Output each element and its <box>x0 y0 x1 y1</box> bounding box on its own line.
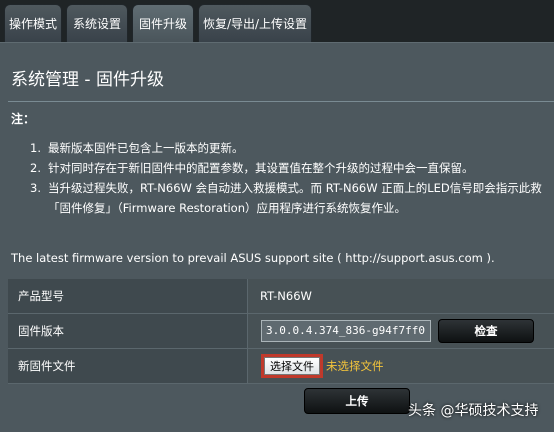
note-number: 2. <box>30 161 41 175</box>
note-item: 1. 最新版本固件已包含上一版本的更新。 <box>30 140 244 156</box>
tab-label: 系统设置 <box>72 17 121 31</box>
note-text: 「固件修复」（Firmware Restoration）应用程序进行系统恢复作业… <box>48 201 406 215</box>
choose-file-highlight: 选择文件 <box>261 354 323 378</box>
firmware-panel: 系统管理 - 固件升级 注： 1. 最新版本固件已包含上一版本的更新。 2. 针对同… <box>0 42 554 432</box>
note-item: 3. 当升级过程失败，RT-N66W 会自动进入救援模式。而 RT-N66W 正面… <box>30 180 542 196</box>
note-number: 3. <box>30 181 41 195</box>
page-title: 系统管理 - 固件升级 <box>11 70 164 90</box>
firmware-version-field: 3.0.0.4.374_836-g94f7ff0 <box>261 320 431 342</box>
latest-firmware-info: The latest firmware version to prevail A… <box>11 251 495 265</box>
tab-firmware-upgrade[interactable]: 固件升级 <box>132 4 194 42</box>
note-text: 当升级过程失败，RT-N66W 会自动进入救援模式。而 RT-N66W 正面上的… <box>48 181 542 195</box>
note-number: 1. <box>30 141 41 155</box>
table-row-new-firmware: 新固件文件 选择文件 未选择文件 <box>8 349 554 384</box>
tab-restore-save-upload[interactable]: 恢复/导出/上传设置 <box>198 4 312 42</box>
title-divider <box>8 101 554 102</box>
note-text: 最新版本固件已包含上一版本的更新。 <box>48 141 244 155</box>
tab-label: 操作模式 <box>8 17 57 31</box>
upload-button[interactable]: 上传 <box>304 388 410 414</box>
watermark: 头条 @华硕技术支持 <box>408 403 539 419</box>
tab-system-settings[interactable]: 系统设置 <box>66 4 128 42</box>
note-item: 2. 针对同时存在于新旧固件中的配置参数，其设置值在整个升级的过程中会一直保留。 <box>30 160 474 176</box>
choose-file-button[interactable]: 选择文件 <box>264 357 320 375</box>
new-firmware-label: 新固件文件 <box>8 349 248 383</box>
tab-bar: 操作模式 系统设置 固件升级 恢复/导出/上传设置 <box>0 0 554 42</box>
tab-label: 恢复/导出/上传设置 <box>202 17 308 31</box>
tab-operation-mode[interactable]: 操作模式 <box>4 4 62 42</box>
note-item: 「固件修复」（Firmware Restoration）应用程序进行系统恢复作业… <box>30 200 406 216</box>
model-label: 产品型号 <box>8 279 248 313</box>
table-row-version: 固件版本 3.0.0.4.374_836-g94f7ff0 检查 <box>8 314 554 349</box>
check-button[interactable]: 检查 <box>438 319 534 343</box>
note-text: 针对同时存在于新旧固件中的配置参数，其设置值在整个升级的过程中会一直保留。 <box>48 161 474 175</box>
model-value: RT-N66W <box>260 289 312 303</box>
version-label: 固件版本 <box>8 314 248 348</box>
table-row-model: 产品型号 RT-N66W <box>8 279 554 314</box>
tab-label: 固件升级 <box>138 17 187 31</box>
note-heading: 注： <box>11 112 36 126</box>
no-file-chosen-text: 未选择文件 <box>326 359 384 373</box>
